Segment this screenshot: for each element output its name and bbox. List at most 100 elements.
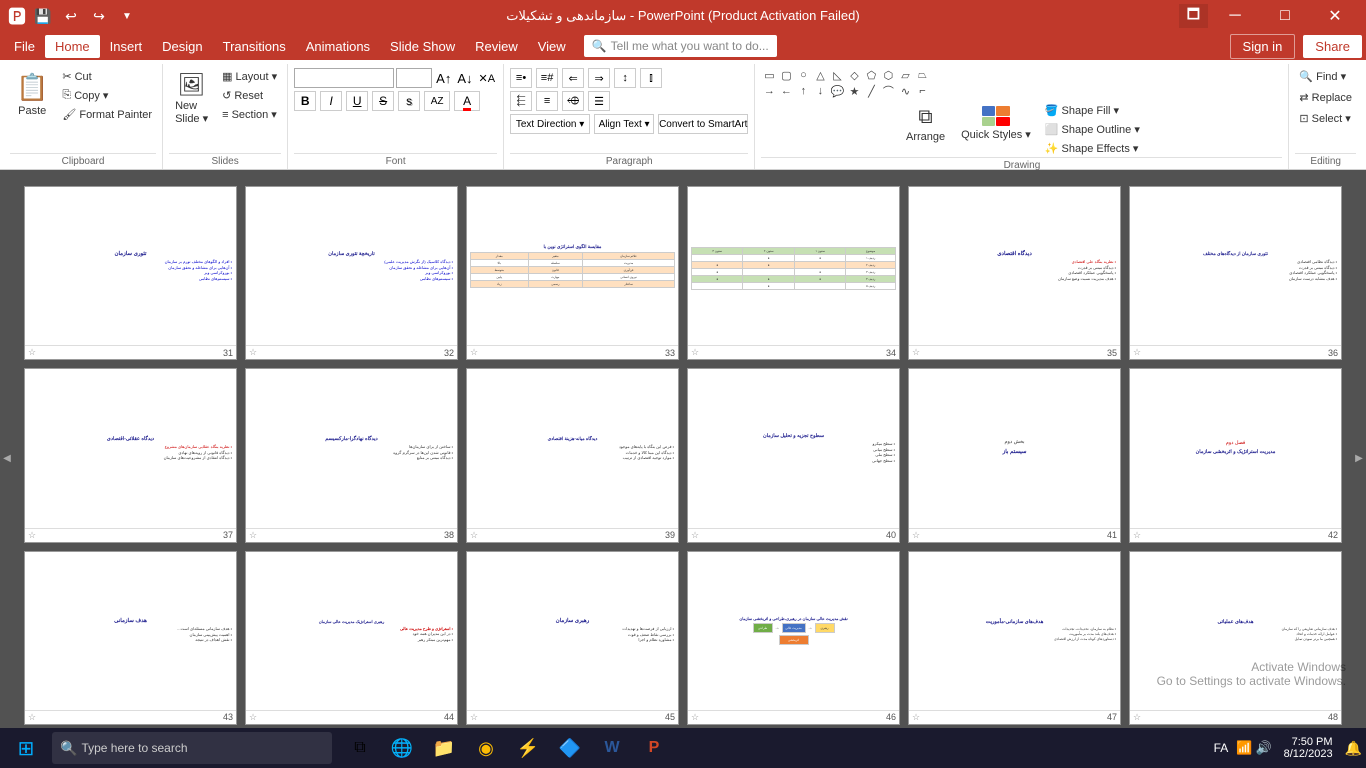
slide-thumb-42[interactable]: فصل دوم مدیریت استراتژیک و اثربخشی سازما… xyxy=(1129,368,1342,542)
align-right[interactable]: ⬲ xyxy=(562,91,584,111)
clear-formatting-icon[interactable]: ✕A xyxy=(477,71,498,86)
slide-thumb-39[interactable]: دیدگاه میانه-هزینة اقتصادی • فرص این بنگ… xyxy=(466,368,679,542)
edge-icon[interactable]: 🌐 xyxy=(382,728,422,768)
restore-button[interactable]: 🗖 xyxy=(1179,4,1208,28)
hex-shape[interactable]: ⬡ xyxy=(880,68,896,82)
slide-star-44[interactable]: ☆ xyxy=(249,712,257,723)
slide-thumb-45[interactable]: رهبری سازمان • ارزیابی از فرصت‌ها و تهدی… xyxy=(466,551,679,725)
callout-shape[interactable]: 💬 xyxy=(829,84,845,98)
task-view-button[interactable]: ⧉ xyxy=(340,728,380,768)
columns-button[interactable]: ⫾ xyxy=(640,68,662,88)
slide-thumb-32[interactable]: تاریخچة تئوری سازمان • دیدگاه کلاسیک (از… xyxy=(245,186,458,360)
select-button[interactable]: ⊡ Select ▾ xyxy=(1295,110,1354,127)
menu-transitions[interactable]: Transitions xyxy=(213,35,296,58)
numbering-button[interactable]: ≡# xyxy=(536,68,558,88)
format-painter-button[interactable]: 🖌 Format Painter xyxy=(58,106,156,123)
slide-star-36[interactable]: ☆ xyxy=(1133,347,1141,358)
arrow-left-shape[interactable]: ← xyxy=(778,84,794,98)
slide-thumb-44[interactable]: رهبری استراتژیک مدیریت عالی سازمان • است… xyxy=(245,551,458,725)
slide-star-37[interactable]: ☆ xyxy=(28,530,36,541)
slide-star-46[interactable]: ☆ xyxy=(691,712,699,723)
connector-shape[interactable]: ⌐ xyxy=(914,84,930,98)
file-explorer-icon[interactable]: 📁 xyxy=(424,728,464,768)
underline-button[interactable]: U xyxy=(346,91,368,111)
paste-button[interactable]: 📋 Paste xyxy=(10,68,54,121)
triangle-shape[interactable]: △ xyxy=(812,68,828,82)
slides-container[interactable]: تئوری سازمان • افراد و الگوهای مختلف تور… xyxy=(14,170,1352,746)
pentagon-shape[interactable]: ⬠ xyxy=(863,68,879,82)
taskbar-clock[interactable]: 7:50 PM 8/12/2023 xyxy=(1276,736,1341,760)
justify-button[interactable]: ☰ xyxy=(588,91,610,111)
az-button[interactable]: AZ xyxy=(424,91,450,111)
slide-thumb-35[interactable]: دیدگاه اقتصادی • نظریه بنگاه علی اقتصادی… xyxy=(908,186,1121,360)
undo-button[interactable]: ↩ xyxy=(60,5,82,27)
menu-animations[interactable]: Animations xyxy=(296,35,380,58)
powerpoint-icon[interactable]: P xyxy=(634,728,674,768)
customize-button[interactable]: ▼ xyxy=(116,5,138,27)
font-family-input[interactable] xyxy=(294,68,394,88)
curve-shape[interactable]: ⌒ xyxy=(880,84,896,98)
slide-star-35[interactable]: ☆ xyxy=(912,347,920,358)
slide-thumb-33[interactable]: مقایسة الگوی استراتژی نوین با علائم سازم… xyxy=(466,186,679,360)
slide-star-43[interactable]: ☆ xyxy=(28,712,36,723)
indent-decrease[interactable]: ⇐ xyxy=(562,68,584,88)
font-size-decrease[interactable]: A↓ xyxy=(455,70,474,87)
scroll-left-arrow[interactable]: ◀ xyxy=(0,170,14,746)
round-rect-shape[interactable]: ▢ xyxy=(778,68,794,82)
scroll-right-arrow[interactable]: ▶ xyxy=(1352,170,1366,746)
slide-star-41[interactable]: ☆ xyxy=(912,530,920,541)
shadow-button[interactable]: s xyxy=(398,91,420,111)
save-button[interactable]: 💾 xyxy=(32,5,54,27)
line-shape[interactable]: ╱ xyxy=(863,84,879,98)
line-spacing-button[interactable]: ↕ xyxy=(614,68,636,88)
arrow-up-shape[interactable]: ↑ xyxy=(795,84,811,98)
slide-star-42[interactable]: ☆ xyxy=(1133,530,1141,541)
sign-in-button[interactable]: Sign in xyxy=(1230,34,1296,59)
slide-thumb-41[interactable]: بخش دوم سیستم باز ☆ 41 xyxy=(908,368,1121,542)
replace-button[interactable]: ⇄ Replace xyxy=(1295,89,1356,106)
arrange-button[interactable]: ⧉ Arrange xyxy=(900,102,951,147)
start-button[interactable]: ⊞ xyxy=(4,728,48,768)
app1-icon[interactable]: ⚡ xyxy=(508,728,548,768)
slide-star-34[interactable]: ☆ xyxy=(691,347,699,358)
minimize-button[interactable]: ─ xyxy=(1212,0,1258,32)
diamond-shape[interactable]: ◇ xyxy=(846,68,862,82)
menu-home[interactable]: Home xyxy=(45,35,100,58)
freeform-shape[interactable]: ∿ xyxy=(897,84,913,98)
reset-button[interactable]: ↺ Reset xyxy=(218,87,281,104)
star-shape[interactable]: ★ xyxy=(846,84,862,98)
find-button[interactable]: 🔍 Find ▾ xyxy=(1295,68,1350,85)
slide-thumb-37[interactable]: دیدگاه عقلائی-اقتصادی • نظریه بنگاه عقلا… xyxy=(24,368,237,542)
language-button[interactable]: FA xyxy=(1210,739,1233,757)
copy-button[interactable]: ⎘ Copy ▾ xyxy=(58,87,156,104)
slide-star-39[interactable]: ☆ xyxy=(470,530,478,541)
strikethrough-button[interactable]: S xyxy=(372,91,394,111)
slide-star-31[interactable]: ☆ xyxy=(28,347,36,358)
share-button[interactable]: Share xyxy=(1303,35,1362,58)
quick-styles-button[interactable]: Quick Styles ▾ xyxy=(955,102,1037,145)
slide-star-33[interactable]: ☆ xyxy=(470,347,478,358)
align-text-button[interactable]: Align Text ▾ xyxy=(594,114,654,134)
rt-triangle-shape[interactable]: ◺ xyxy=(829,68,845,82)
slide-star-45[interactable]: ☆ xyxy=(470,712,478,723)
redo-button[interactable]: ↪ xyxy=(88,5,110,27)
slide-thumb-36[interactable]: تئوری سازمان از دیدگاه‌های مختلف • دیدگا… xyxy=(1129,186,1342,360)
parallelogram-shape[interactable]: ▱ xyxy=(897,68,913,82)
maximize-button[interactable]: □ xyxy=(1262,0,1308,32)
slide-thumb-31[interactable]: تئوری سازمان • افراد و الگوهای مختلف تور… xyxy=(24,186,237,360)
slide-star-48[interactable]: ☆ xyxy=(1133,712,1141,723)
shape-effects-button[interactable]: ✨ Shape Effects ▾ xyxy=(1041,140,1144,157)
slide-thumb-48[interactable]: هدف‌های عملیاتی • هدف سازمانی تعاریفی را… xyxy=(1129,551,1342,725)
app2-icon[interactable]: 🔷 xyxy=(550,728,590,768)
arrow-down-shape[interactable]: ↓ xyxy=(812,84,828,98)
trapezoid-shape[interactable]: ⏢ xyxy=(914,68,930,82)
slide-thumb-40[interactable]: سطوح تجزیه و تحلیل سازمان • سطح میکرو • … xyxy=(687,368,900,542)
slide-thumb-34[interactable]: موضوعستون ۱ستون ۲ستون ۳ ردیف ۱●● ردیف ۲●… xyxy=(687,186,900,360)
font-size-input[interactable]: 39 xyxy=(396,68,432,88)
slide-thumb-47[interactable]: هدف‌های سازمانی-مأموریت • نظام به سازمان… xyxy=(908,551,1121,725)
network-icon[interactable]: 📶 xyxy=(1236,740,1252,756)
slide-thumb-43[interactable]: هدف سازمانی • هدف سازمانی مسئله‌ای است..… xyxy=(24,551,237,725)
font-size-increase[interactable]: A↑ xyxy=(434,70,453,87)
menu-insert[interactable]: Insert xyxy=(100,35,153,58)
smartart-button[interactable]: Convert to SmartArt xyxy=(658,114,748,134)
